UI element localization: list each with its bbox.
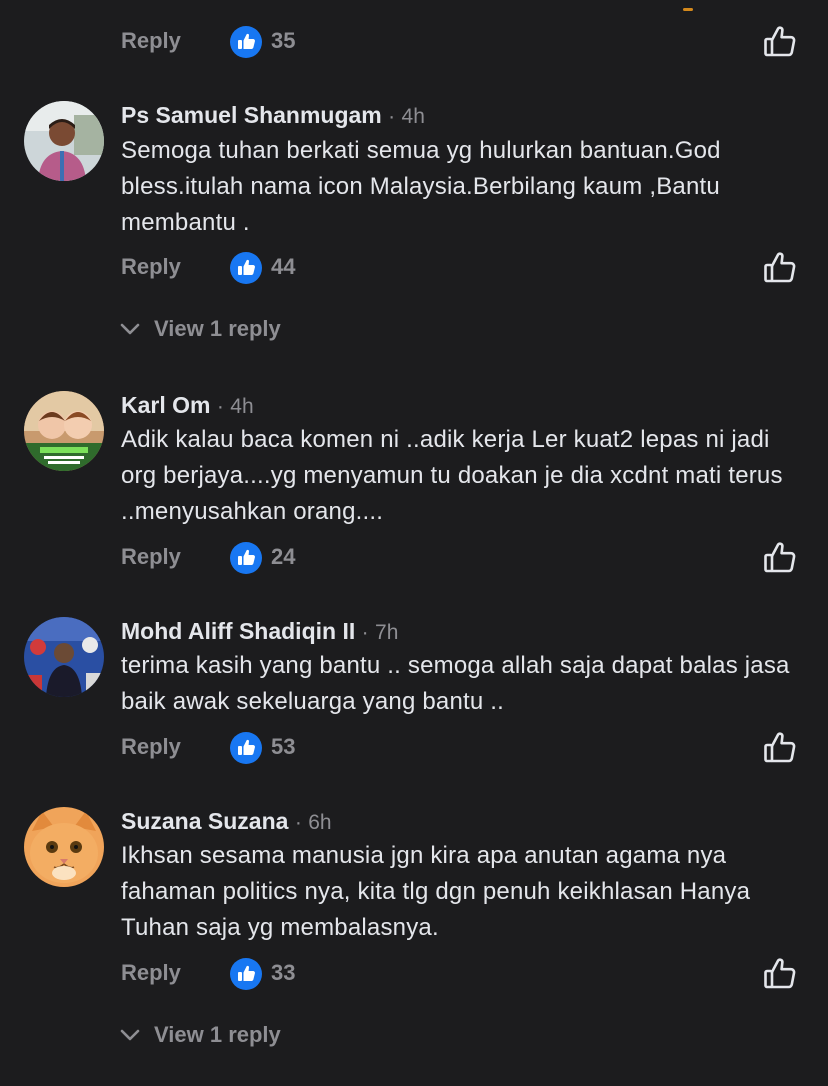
chevron-down-icon	[120, 1021, 140, 1047]
reply-button[interactable]: Reply	[121, 960, 181, 986]
avatar[interactable]	[24, 101, 104, 181]
like-count: 33	[271, 960, 296, 985]
thumbs-up-outline-icon[interactable]	[762, 250, 798, 286]
reply-button[interactable]: Reply	[121, 544, 181, 570]
timestamp[interactable]: 4h	[402, 105, 425, 128]
thumbs-up-filled-icon	[230, 542, 262, 574]
thumbs-up-filled-icon	[230, 958, 262, 990]
partial-reaction-dot	[683, 8, 693, 11]
thumbs-up-outline-icon[interactable]	[762, 730, 798, 766]
thumbs-up-filled-icon	[230, 26, 262, 58]
comment-text: Semoga tuhan berkati semua yg hulurkan b…	[121, 137, 721, 236]
author-name[interactable]: Ps Samuel Shanmugam	[121, 102, 382, 128]
like-count: 35	[271, 28, 296, 53]
reply-button[interactable]: Reply	[121, 734, 181, 760]
separator-dot: ·	[216, 395, 224, 418]
reply-button[interactable]: Reply	[121, 28, 181, 54]
comment-actions: Reply 33	[0, 956, 828, 996]
separator-dot: ·	[294, 811, 302, 834]
thumbs-up-outline-icon[interactable]	[762, 24, 798, 60]
timestamp[interactable]: 7h	[375, 621, 398, 644]
thumbs-up-outline-icon[interactable]	[762, 540, 798, 576]
view-replies-button[interactable]: View 1 reply	[120, 1022, 281, 1052]
chevron-down-icon	[120, 315, 140, 341]
reply-button[interactable]: Reply	[121, 254, 181, 280]
like-count: 24	[271, 544, 296, 569]
comment-header: Mohd Aliff Shadiqin II · 7h	[121, 616, 398, 648]
thumbs-up-filled-icon	[230, 732, 262, 764]
separator-dot: ·	[388, 105, 396, 128]
comment-text: Ikhsan sesama manusia jgn kira apa anuta…	[121, 842, 751, 941]
comment-header: Ps Samuel Shanmugam · 4h	[121, 100, 425, 132]
view-replies-label: View 1 reply	[154, 1022, 281, 1047]
like-count: 53	[271, 734, 296, 759]
timestamp[interactable]: 6h	[308, 811, 331, 834]
avatar[interactable]	[24, 807, 104, 887]
comment-text: terima kasih yang bantu .. semoga allah …	[121, 652, 790, 715]
author-name[interactable]: Karl Om	[121, 392, 210, 418]
thumbs-up-outline-icon[interactable]	[762, 956, 798, 992]
comment-actions: Reply 24	[0, 540, 828, 580]
avatar[interactable]	[24, 391, 104, 471]
avatar[interactable]	[24, 617, 104, 697]
comment-header: Suzana Suzana · 6h	[121, 806, 332, 838]
author-name[interactable]: Mohd Aliff Shadiqin II	[121, 618, 355, 644]
comment-text: Adik kalau baca komen ni ..adik kerja Le…	[121, 426, 783, 525]
thumbs-up-filled-icon	[230, 252, 262, 284]
author-name[interactable]: Suzana Suzana	[121, 808, 288, 834]
separator-dot: ·	[361, 621, 369, 644]
view-replies-button[interactable]: View 1 reply	[120, 316, 281, 346]
view-replies-label: View 1 reply	[154, 316, 281, 341]
comment-actions-previous: Reply 35	[0, 24, 828, 64]
comment-actions: Reply 53	[0, 730, 828, 770]
comment-actions: Reply 44	[0, 250, 828, 290]
timestamp[interactable]: 4h	[230, 395, 253, 418]
comment-header: Karl Om · 4h	[121, 390, 254, 422]
like-count: 44	[271, 254, 296, 279]
